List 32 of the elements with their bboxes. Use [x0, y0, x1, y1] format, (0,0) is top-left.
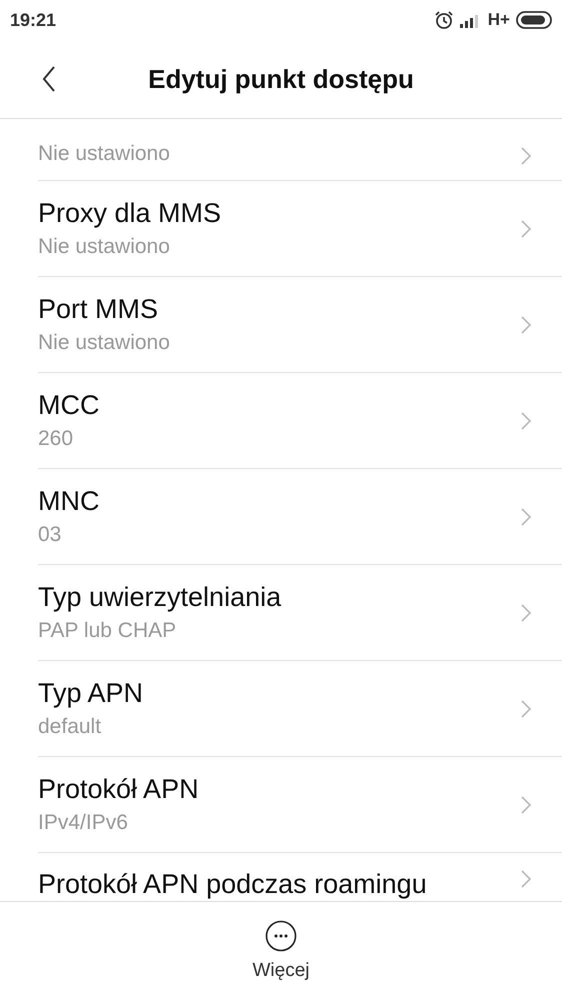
- battery-icon: [516, 11, 552, 29]
- network-type: H+: [488, 10, 510, 30]
- page-title: Edytuj punkt dostępu: [148, 64, 414, 94]
- setting-value: default: [38, 715, 102, 739]
- chevron-right-icon: [520, 602, 532, 622]
- setting-title: Proxy dla MMS: [38, 198, 222, 229]
- chevron-right-icon: [520, 698, 532, 718]
- status-time: 19:21: [10, 10, 56, 30]
- chevron-right-icon: [520, 869, 532, 889]
- setting-value: PAP lub CHAP: [38, 619, 178, 643]
- chevron-right-icon: [520, 410, 532, 430]
- setting-value: 03: [38, 523, 62, 547]
- setting-title: MNC: [38, 486, 100, 517]
- chevron-right-icon: [520, 314, 532, 334]
- alarm-clock-icon: [434, 10, 454, 30]
- setting-value: Nie ustawiono: [38, 331, 170, 355]
- chevron-right-icon: [520, 218, 532, 238]
- setting-title: MCC: [38, 390, 100, 421]
- setting-value: Nie ustawiono: [38, 142, 170, 166]
- setting-title: Protokół APN podczas roamingu: [38, 869, 427, 900]
- more-icon: [264, 920, 297, 952]
- setting-title: Protokół APN: [38, 774, 199, 805]
- setting-title: Typ APN: [38, 678, 144, 709]
- more-button[interactable]: Więcej: [252, 920, 310, 982]
- setting-title: Port MMS: [38, 294, 160, 325]
- setting-value: IPv4/IPv6: [38, 811, 129, 835]
- setting-value: Nie ustawiono: [38, 235, 171, 259]
- chevron-right-icon: [520, 794, 532, 814]
- setting-title: Typ uwierzytelniania: [38, 582, 282, 613]
- setting-value: 260: [38, 427, 74, 451]
- chevron-right-icon: [520, 146, 532, 166]
- chevron-right-icon: [520, 506, 532, 526]
